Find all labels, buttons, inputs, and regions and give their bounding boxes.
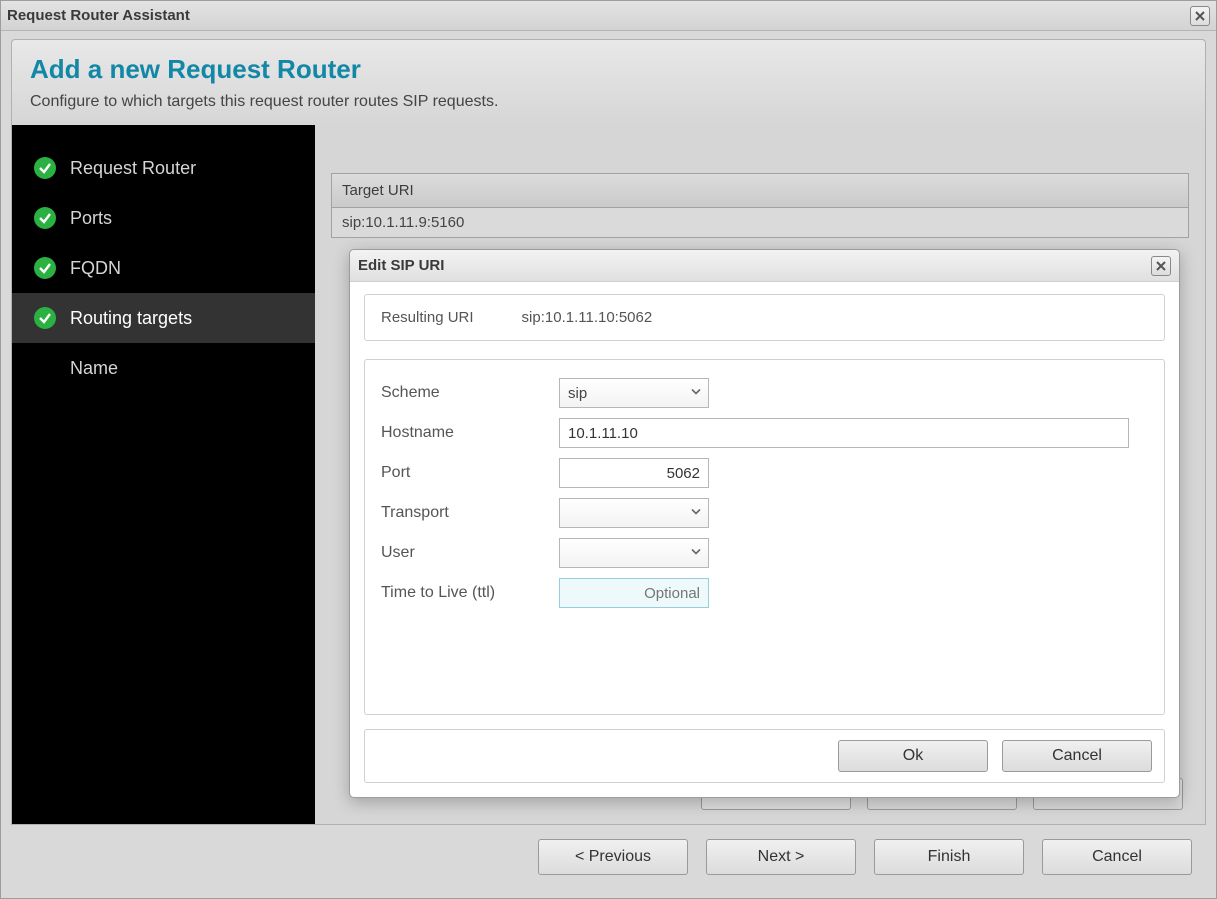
row-user: User <box>381 538 1148 568</box>
row-transport: Transport <box>381 498 1148 528</box>
ttl-input[interactable] <box>559 578 709 608</box>
wizard-steps: Request Router Ports FQDN Routing target… <box>12 125 315 824</box>
check-icon <box>34 257 56 279</box>
check-icon <box>34 157 56 179</box>
row-ttl: Time to Live (ttl) <box>381 578 1148 608</box>
dialog-title: Edit SIP URI <box>358 257 444 274</box>
user-select[interactable] <box>559 538 709 568</box>
transport-label: Transport <box>381 504 559 522</box>
scheme-select[interactable]: sip <box>559 378 709 408</box>
user-label: User <box>381 544 559 562</box>
ok-button[interactable]: Ok <box>838 740 988 772</box>
hostname-label: Hostname <box>381 424 559 442</box>
port-label: Port <box>381 464 559 482</box>
window-titlebar: Request Router Assistant <box>1 1 1216 31</box>
next-button[interactable]: Next > <box>706 839 856 875</box>
step-routing-targets[interactable]: Routing targets <box>12 293 315 343</box>
dialog-footer: Ok Cancel <box>364 729 1165 783</box>
chevron-down-icon <box>690 505 702 522</box>
check-icon <box>34 207 56 229</box>
step-ports[interactable]: Ports <box>12 193 315 243</box>
row-hostname: Hostname <box>381 418 1148 448</box>
resulting-uri-value: sip:10.1.11.10:5062 <box>522 309 653 326</box>
chevron-down-icon <box>690 545 702 562</box>
step-fqdn[interactable]: FQDN <box>12 243 315 293</box>
port-input[interactable] <box>559 458 709 488</box>
dialog-close-button[interactable] <box>1151 256 1171 276</box>
dialog-cancel-button[interactable]: Cancel <box>1002 740 1152 772</box>
wizard-nav: < Previous Next > Finish Cancel <box>1 825 1216 889</box>
target-uri-table: Target URI sip:10.1.11.9:5160 <box>331 173 1189 238</box>
resulting-uri-box: Resulting URI sip:10.1.11.10:5062 <box>364 294 1165 341</box>
wizard-header: Add a new Request Router Configure to wh… <box>11 39 1206 125</box>
step-label: Ports <box>70 208 112 229</box>
window-close-button[interactable] <box>1190 6 1210 26</box>
step-label: Routing targets <box>70 308 192 329</box>
table-row[interactable]: sip:10.1.11.9:5160 <box>332 208 1188 237</box>
scheme-value: sip <box>568 385 587 402</box>
step-label: FQDN <box>70 258 121 279</box>
close-icon <box>1155 260 1167 272</box>
transport-select[interactable] <box>559 498 709 528</box>
window-title: Request Router Assistant <box>7 7 190 24</box>
cancel-button[interactable]: Cancel <box>1042 839 1192 875</box>
assistant-window: Request Router Assistant Add a new Reque… <box>0 0 1217 899</box>
resulting-uri-label: Resulting URI <box>381 309 474 326</box>
dialog-body: Resulting URI sip:10.1.11.10:5062 Scheme… <box>350 282 1179 797</box>
chevron-down-icon <box>690 385 702 402</box>
step-name[interactable]: Name <box>12 343 315 393</box>
step-label: Request Router <box>70 158 196 179</box>
step-request-router[interactable]: Request Router <box>12 143 315 193</box>
row-scheme: Scheme sip <box>381 378 1148 408</box>
check-icon <box>34 307 56 329</box>
previous-button[interactable]: < Previous <box>538 839 688 875</box>
step-label: Name <box>70 358 118 379</box>
dialog-titlebar: Edit SIP URI <box>350 250 1179 282</box>
close-icon <box>1194 10 1206 22</box>
edit-sip-uri-dialog: Edit SIP URI Resulting URI sip:10.1.11.1… <box>349 249 1180 798</box>
table-header: Target URI <box>332 174 1188 208</box>
form-area: Scheme sip Hostname Port <box>364 359 1165 715</box>
finish-button[interactable]: Finish <box>874 839 1024 875</box>
scheme-label: Scheme <box>381 384 559 402</box>
hostname-input[interactable] <box>559 418 1129 448</box>
row-port: Port <box>381 458 1148 488</box>
wizard-subtitle: Configure to which targets this request … <box>30 93 1187 111</box>
wizard-title: Add a new Request Router <box>30 54 1187 85</box>
ttl-label: Time to Live (ttl) <box>381 584 559 602</box>
